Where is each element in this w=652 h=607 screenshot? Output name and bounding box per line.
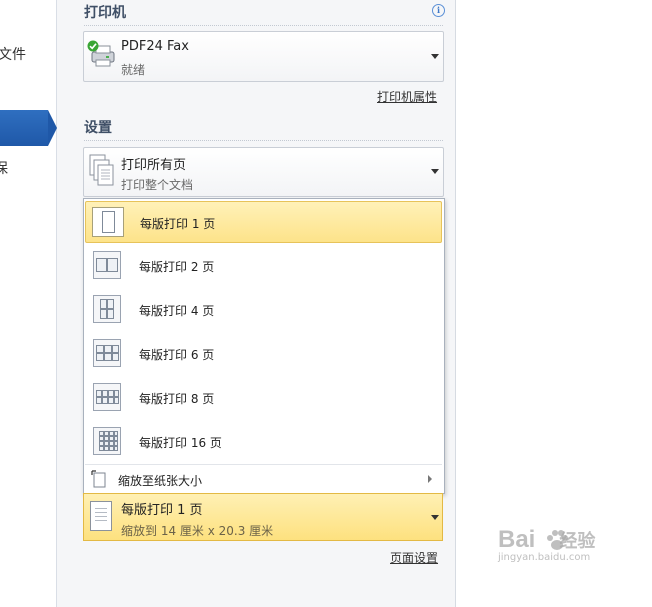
settings-section-divider [84,140,443,141]
pages-per-sheet-option-label: 每版打印 8 页 [139,392,215,406]
scale-to-paper-menu-item[interactable]: 缩放至纸张大小 [85,464,442,493]
pages-4-icon [93,295,121,323]
pages-per-sheet-option-16[interactable]: 每版打印 16 页 [85,421,442,463]
pages-per-sheet-list: 每版打印 1 页 每版打印 2 页 每版打印 4 页 每版打印 6 页 每版打印… [83,198,445,494]
nav-item-save[interactable]: 保 [0,158,8,178]
pages-per-sheet-option-label: 每版打印 1 页 [140,217,216,231]
page-1-icon [90,501,112,531]
chevron-down-icon [431,54,439,59]
pages-stack-icon [89,154,114,186]
pages-per-sheet-option-1[interactable]: 每版打印 1 页 [85,201,442,243]
pages-2-icon [93,251,121,279]
chevron-down-icon [431,169,439,174]
scale-to-paper-label: 缩放至纸张大小 [118,474,203,488]
pages-per-sheet-option-6[interactable]: 每版打印 6 页 [85,333,442,375]
print-range-dropdown[interactable]: 打印所有页 打印整个文档 [83,147,444,197]
printer-section-title: 打印机 [84,5,126,21]
pages-per-sheet-option-4[interactable]: 每版打印 4 页 [85,289,442,331]
check-ready-icon [87,40,99,52]
watermark-brand: Bai [498,526,536,553]
print-range-main: 打印所有页 [121,158,187,173]
pages-per-sheet-option-2[interactable]: 每版打印 2 页 [85,245,442,287]
settings-section-title: 设置 [84,120,112,136]
pages-per-sheet-option-8[interactable]: 每版打印 8 页 [85,377,442,419]
pages-per-sheet-scale-info: 缩放到 14 厘米 x 20.3 厘米 [121,524,274,538]
baidu-watermark: Bai 经验 jingyan.baidu.com [498,526,595,563]
chevron-right-icon [428,475,432,483]
page-1-icon [92,207,124,237]
paw-icon [547,530,568,550]
pages-per-sheet-option-label: 每版打印 2 页 [139,260,215,274]
printer-name: PDF24 Fax [121,39,189,54]
nav-item-file[interactable]: 文件 [0,44,26,64]
printer-status: 就绪 [121,63,146,77]
pages-per-sheet-option-label: 每版打印 4 页 [139,304,215,318]
printer-dropdown[interactable]: PDF24 Fax 就绪 [83,31,444,82]
nav-item-print-selected[interactable] [0,110,48,146]
preview-area [456,0,652,607]
pages-16-icon [93,427,121,455]
print-range-sub: 打印整个文档 [121,178,194,192]
page-setup-link[interactable]: 页面设置 [390,549,438,566]
nav-selected-pointer [48,110,57,146]
info-icon[interactable]: i [432,4,445,17]
printer-section-divider [84,25,443,26]
pages-6-icon [93,339,121,367]
pages-per-sheet-option-label: 每版打印 6 页 [139,348,215,362]
scale-paper-icon [91,470,106,488]
chevron-down-icon [431,515,439,520]
pages-per-sheet-current: 每版打印 1 页 [121,503,203,518]
printer-properties-link[interactable]: 打印机属性 [377,88,437,105]
backstage-nav [0,0,57,607]
pages-8-icon [93,383,121,411]
pages-per-sheet-dropdown[interactable]: 每版打印 1 页 缩放到 14 厘米 x 20.3 厘米 [83,493,443,541]
pages-per-sheet-option-label: 每版打印 16 页 [139,436,222,450]
